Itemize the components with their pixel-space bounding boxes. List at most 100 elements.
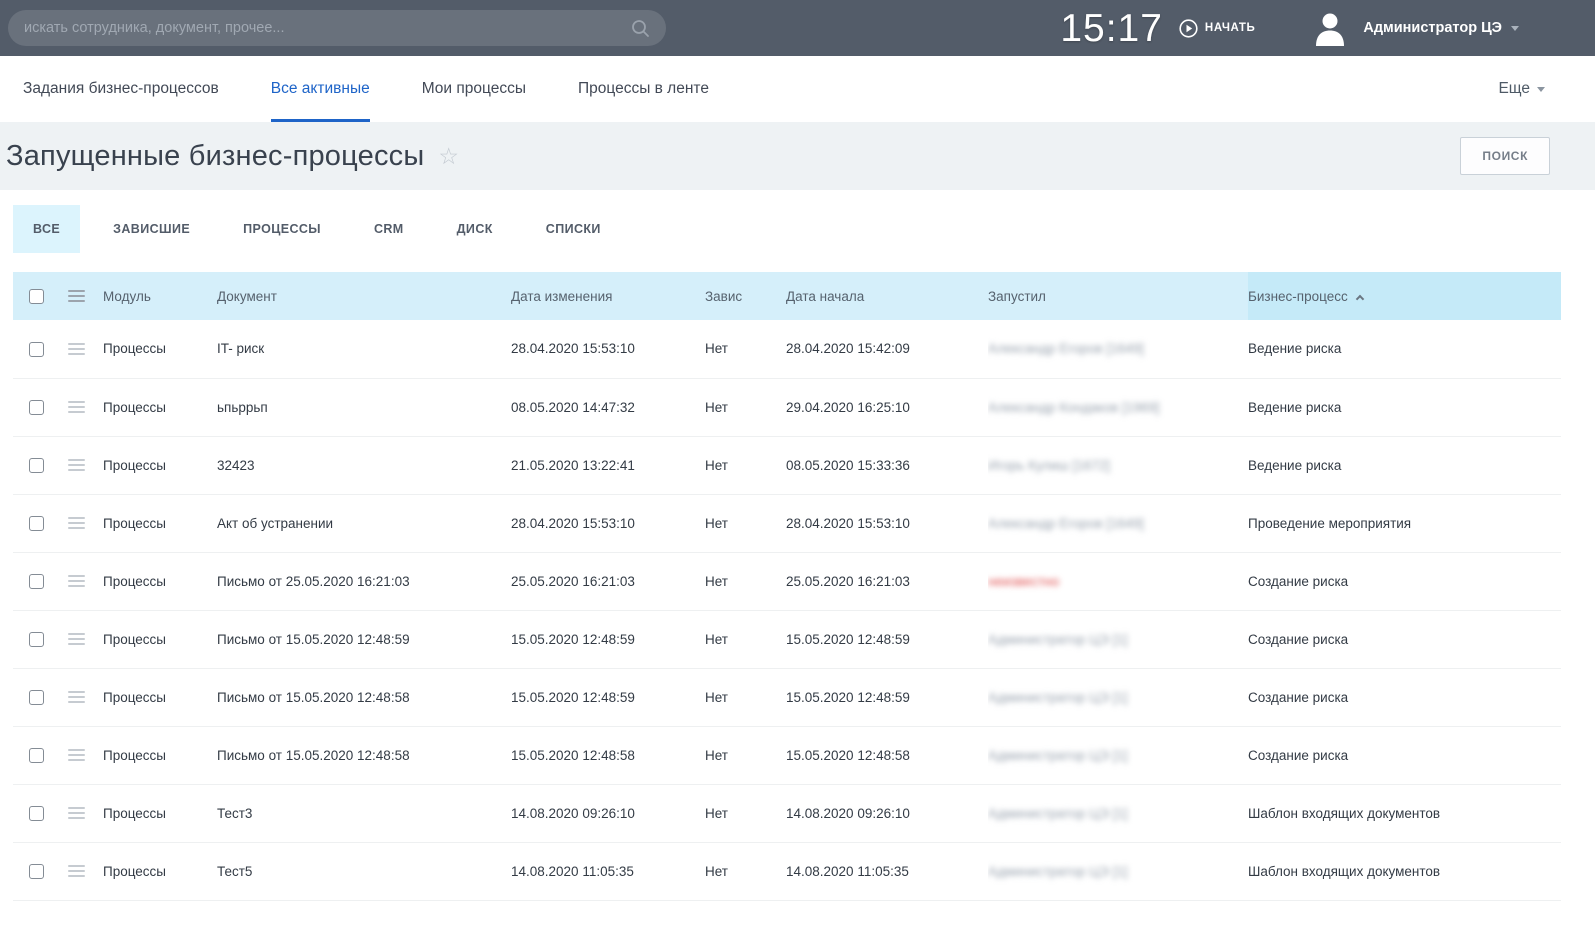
- nav-tab-label: Задания бизнес-процессов: [23, 80, 219, 98]
- topbar: 15:17 НАЧАТЬ Администратор ЦЭ: [0, 0, 1595, 56]
- filter-tab[interactable]: ВСЕ: [13, 205, 80, 253]
- row-checkbox[interactable]: [29, 458, 44, 473]
- cell-launched-by[interactable]: Администратор ЦЭ [1]: [988, 784, 1248, 842]
- cell-document[interactable]: 32423: [217, 436, 511, 494]
- table-row[interactable]: Процессы ьпьррьп 08.05.2020 14:47:32 Нет…: [13, 378, 1561, 436]
- col-header-module[interactable]: Модуль: [103, 272, 217, 320]
- global-search[interactable]: [8, 10, 666, 46]
- search-icon[interactable]: [631, 19, 650, 38]
- cell-process-name: Ведение риска: [1248, 320, 1561, 378]
- row-check-cell: [13, 494, 60, 552]
- cell-document[interactable]: Письмо от 25.05.2020 16:21:03: [217, 552, 511, 610]
- row-menu-icon[interactable]: [68, 746, 85, 764]
- table-row[interactable]: Процессы Тест5 14.08.2020 11:05:35 Нет 1…: [13, 842, 1561, 900]
- select-all-checkbox[interactable]: [29, 289, 44, 304]
- row-menu-icon[interactable]: [68, 398, 85, 416]
- nav-tabs: Задания бизнес-процессов Все активные Мо…: [23, 56, 761, 122]
- cell-document[interactable]: ьпьррьп: [217, 378, 511, 436]
- row-checkbox[interactable]: [29, 574, 44, 589]
- row-menu-icon[interactable]: [68, 630, 85, 648]
- row-menu-icon[interactable]: [68, 514, 85, 532]
- cell-launched-by[interactable]: Александр Егоров [1649]: [988, 494, 1248, 552]
- cell-document[interactable]: Тест3: [217, 784, 511, 842]
- nav-tab[interactable]: Процессы в ленте: [578, 56, 709, 122]
- cell-launched-by[interactable]: Администратор ЦЭ [1]: [988, 842, 1248, 900]
- row-check-cell: [13, 610, 60, 668]
- table-row[interactable]: Процессы Письмо от 15.05.2020 12:48:58 1…: [13, 726, 1561, 784]
- row-menu-cell: [60, 784, 103, 842]
- row-menu-icon[interactable]: [68, 862, 85, 880]
- worktime-clock[interactable]: 15:17: [1060, 9, 1163, 48]
- row-checkbox[interactable]: [29, 806, 44, 821]
- row-menu-icon[interactable]: [68, 456, 85, 474]
- search-input[interactable]: [24, 20, 631, 36]
- favorite-star-icon[interactable]: ☆: [438, 145, 459, 168]
- filter-tab[interactable]: СПИСКИ: [526, 205, 621, 253]
- row-menu-icon[interactable]: [68, 572, 85, 590]
- nav-more-button[interactable]: Еще: [1498, 56, 1545, 122]
- cell-stuck: Нет: [705, 378, 786, 436]
- table-row[interactable]: Процессы Акт об устранении 28.04.2020 15…: [13, 494, 1561, 552]
- cell-document[interactable]: IT- риск: [217, 320, 511, 378]
- table-row[interactable]: Процессы Письмо от 15.05.2020 12:48:59 1…: [13, 610, 1561, 668]
- search-filter-button[interactable]: ПОИСК: [1460, 137, 1550, 175]
- cell-launched-by[interactable]: Александр Егоров [1649]: [988, 320, 1248, 378]
- cell-document[interactable]: Тест5: [217, 842, 511, 900]
- cell-date-started: 25.05.2020 16:21:03: [786, 552, 988, 610]
- col-header-started[interactable]: Дата начала: [786, 272, 988, 320]
- row-checkbox[interactable]: [29, 632, 44, 647]
- table-row[interactable]: Процессы IT- риск 28.04.2020 15:53:10 Не…: [13, 320, 1561, 378]
- filter-tab[interactable]: ПРОЦЕССЫ: [223, 205, 341, 253]
- cell-module: Процессы: [103, 494, 217, 552]
- cell-launched-by[interactable]: Александр Кондаков [1969]: [988, 378, 1248, 436]
- table-row[interactable]: Процессы Письмо от 15.05.2020 12:48:58 1…: [13, 668, 1561, 726]
- cell-document[interactable]: Письмо от 15.05.2020 12:48:59: [217, 610, 511, 668]
- table-row[interactable]: Процессы Тест3 14.08.2020 09:26:10 Нет 1…: [13, 784, 1561, 842]
- table-row[interactable]: Процессы Письмо от 25.05.2020 16:21:03 2…: [13, 552, 1561, 610]
- nav-tab[interactable]: Мои процессы: [422, 56, 526, 122]
- row-menu-icon[interactable]: [68, 804, 85, 822]
- row-checkbox[interactable]: [29, 690, 44, 705]
- cell-launched-by[interactable]: Администратор ЦЭ [1]: [988, 668, 1248, 726]
- row-menu-cell: [60, 436, 103, 494]
- row-checkbox[interactable]: [29, 748, 44, 763]
- cell-module: Процессы: [103, 668, 217, 726]
- row-menu-icon[interactable]: [68, 340, 85, 358]
- row-check-cell: [13, 784, 60, 842]
- table-row[interactable]: Процессы 32423 21.05.2020 13:22:41 Нет 0…: [13, 436, 1561, 494]
- settings-menu-icon[interactable]: [68, 287, 85, 305]
- cell-date-started: 14.08.2020 11:05:35: [786, 842, 988, 900]
- cell-date-started: 28.04.2020 15:42:09: [786, 320, 988, 378]
- col-header-document[interactable]: Документ: [217, 272, 511, 320]
- select-all-cell: [13, 272, 60, 320]
- col-header-modified[interactable]: Дата изменения: [511, 272, 705, 320]
- col-header-process[interactable]: Бизнес-процесс: [1248, 272, 1561, 320]
- cell-document[interactable]: Акт об устранении: [217, 494, 511, 552]
- user-menu[interactable]: Администратор ЦЭ: [1313, 10, 1519, 46]
- cell-process-name: Шаблон входящих документов: [1248, 784, 1561, 842]
- topbar-right: 15:17 НАЧАТЬ Администратор ЦЭ: [1060, 9, 1595, 48]
- filter-tab[interactable]: CRM: [354, 205, 424, 253]
- cell-launched-by[interactable]: Игорь Кулиш [1672]: [988, 436, 1248, 494]
- cell-launched-by[interactable]: Администратор ЦЭ [1]: [988, 610, 1248, 668]
- cell-launched-by[interactable]: неизвестно: [988, 552, 1248, 610]
- row-checkbox[interactable]: [29, 400, 44, 415]
- cell-document[interactable]: Письмо от 15.05.2020 12:48:58: [217, 668, 511, 726]
- start-workday-button[interactable]: НАЧАТЬ: [1179, 19, 1255, 38]
- cell-module: Процессы: [103, 842, 217, 900]
- row-checkbox[interactable]: [29, 516, 44, 531]
- cell-launched-by[interactable]: Администратор ЦЭ [1]: [988, 726, 1248, 784]
- col-header-launched-by[interactable]: Запустил: [988, 272, 1248, 320]
- row-menu-icon[interactable]: [68, 688, 85, 706]
- row-checkbox[interactable]: [29, 864, 44, 879]
- filter-tab-label: СПИСКИ: [546, 222, 601, 236]
- row-check-cell: [13, 320, 60, 378]
- filter-tab[interactable]: ДИСК: [437, 205, 513, 253]
- nav-tab[interactable]: Все активные: [271, 56, 370, 122]
- col-header-stuck[interactable]: Завис: [705, 272, 786, 320]
- row-checkbox[interactable]: [29, 342, 44, 357]
- cell-date-modified: 28.04.2020 15:53:10: [511, 494, 705, 552]
- cell-document[interactable]: Письмо от 15.05.2020 12:48:58: [217, 726, 511, 784]
- nav-tab[interactable]: Задания бизнес-процессов: [23, 56, 219, 122]
- filter-tab[interactable]: ЗАВИСШИЕ: [93, 205, 210, 253]
